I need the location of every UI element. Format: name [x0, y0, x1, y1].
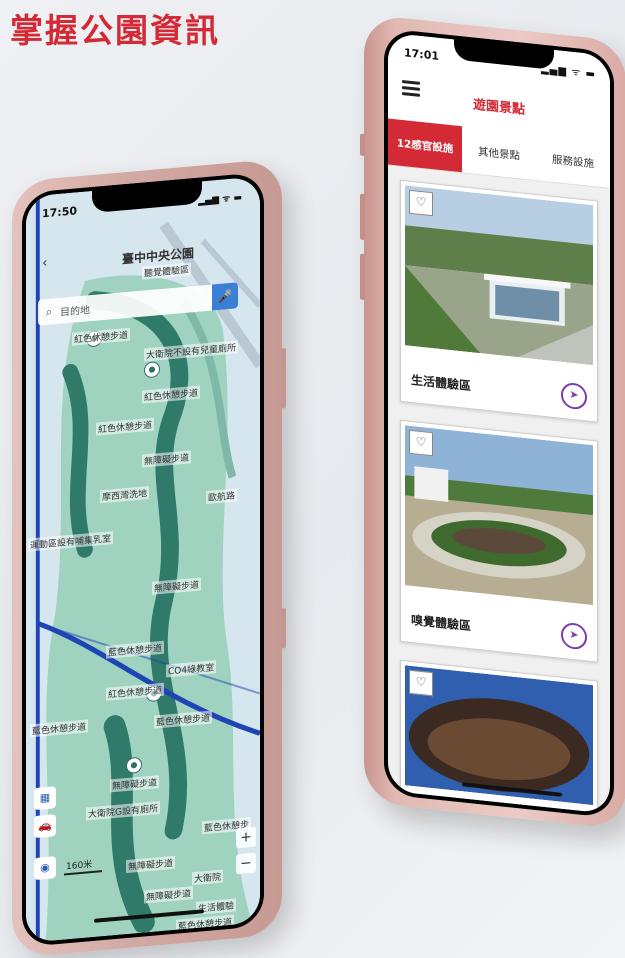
- car-icon[interactable]: 🚗: [34, 814, 56, 839]
- attraction-card[interactable]: ♡ 嗅覺體驗區 ➤: [400, 419, 598, 663]
- map-scale: 160米: [64, 856, 103, 876]
- app-title: 遊園景點: [472, 97, 525, 118]
- attraction-card[interactable]: ♡: [400, 659, 598, 814]
- tab-service-facilities[interactable]: 服務設施: [536, 134, 610, 188]
- zoom-in-button[interactable]: +: [236, 826, 256, 849]
- side-button: [360, 133, 365, 157]
- microphone-icon[interactable]: 🎤: [212, 282, 238, 311]
- navigate-icon[interactable]: ➤: [561, 381, 587, 411]
- transit-layer-button[interactable]: ▦: [34, 786, 56, 811]
- search-placeholder: 目的地: [60, 304, 90, 319]
- attraction-name: 嗅覺體驗區: [411, 612, 472, 634]
- favorite-icon[interactable]: ♡: [409, 429, 433, 457]
- zoom-out-button[interactable]: −: [236, 852, 256, 875]
- attraction-card[interactable]: ♡ 生活體驗區 ➤: [400, 179, 598, 423]
- tab-sensory-facilities[interactable]: 12感官設施: [388, 118, 462, 173]
- map-label: 歐航路: [206, 488, 238, 505]
- map-phone: 17:50 ▂▄▆ ᯤ ▬ ‹ 臺中中央公園 聽覺體驗區 ⌕ 目的地 🎤 ● ●…: [12, 158, 286, 958]
- status-time: 17:01: [404, 46, 440, 63]
- attraction-photo: [405, 425, 593, 606]
- back-arrow-icon[interactable]: ‹: [42, 255, 48, 271]
- favorite-icon[interactable]: ♡: [409, 189, 433, 217]
- map-screen: 17:50 ▂▄▆ ᯤ ▬ ‹ 臺中中央公園 聽覺體驗區 ⌕ 目的地 🎤 ● ●…: [22, 171, 264, 948]
- attractions-app: 17:01 ▂▄▆ ᯤ ▬ 遊園景點 12感官設施 其他景點 服務設施 ♡ 生活…: [388, 32, 610, 814]
- park-map[interactable]: 17:50 ▂▄▆ ᯤ ▬ ‹ 臺中中央公園 聽覺體驗區 ⌕ 目的地 🎤 ● ●…: [26, 176, 260, 943]
- page-headline: 掌握公園資訊: [10, 11, 220, 50]
- navigate-icon[interactable]: ➤: [561, 621, 587, 651]
- map-label: 大衛院: [192, 869, 224, 886]
- side-button: [281, 608, 286, 649]
- app-phone: 17:01 ▂▄▆ ᯤ ▬ 遊園景點 12感官設施 其他景點 服務設施 ♡ 生活…: [360, 14, 625, 830]
- side-button: [360, 253, 365, 301]
- side-button: [281, 348, 286, 409]
- side-button: [360, 193, 365, 241]
- attraction-photo: [405, 185, 593, 366]
- search-icon: ⌕: [45, 303, 53, 319]
- favorite-icon[interactable]: ♡: [409, 669, 433, 697]
- app-screen: 17:01 ▂▄▆ ᯤ ▬ 遊園景點 12感官設施 其他景點 服務設施 ♡ 生活…: [384, 28, 614, 819]
- tab-other-attractions[interactable]: 其他景點: [462, 126, 536, 180]
- locate-me-icon[interactable]: ◉: [34, 856, 56, 881]
- attraction-photo: [405, 665, 593, 806]
- attraction-name: 生活體驗區: [411, 372, 472, 394]
